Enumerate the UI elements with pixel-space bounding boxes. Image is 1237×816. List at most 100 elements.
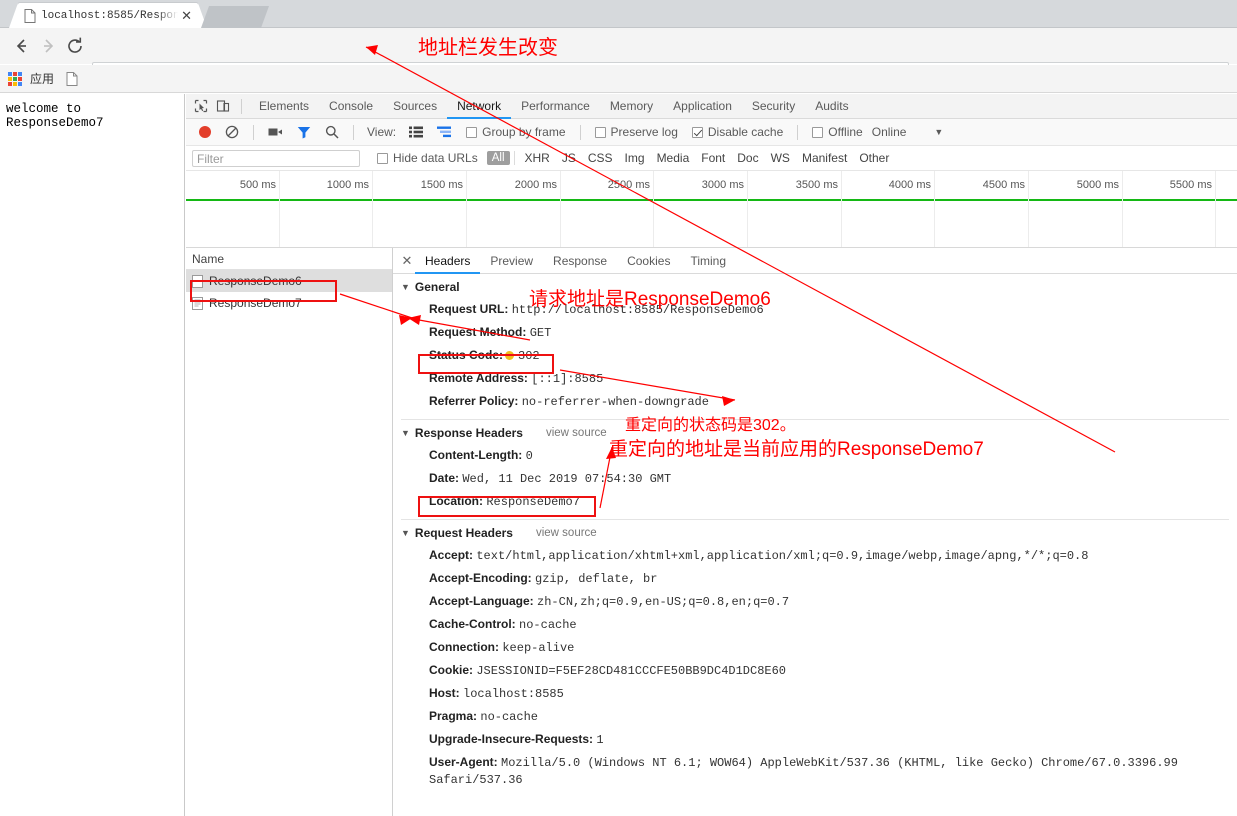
devtools-tab-sources[interactable]: Sources <box>383 94 447 119</box>
close-icon[interactable]: ✕ <box>399 248 415 274</box>
devtools-tab-application[interactable]: Application <box>663 94 742 119</box>
new-tab-button[interactable] <box>200 6 270 28</box>
close-icon[interactable]: ✕ <box>181 9 192 22</box>
offline-label: Offline <box>828 125 863 139</box>
header-value: no-cache <box>480 710 538 724</box>
timeline-tick <box>186 171 1216 201</box>
inspect-element-icon[interactable] <box>190 95 212 117</box>
filter-type-all[interactable]: All <box>486 151 510 165</box>
capture-screenshots-button[interactable] <box>268 126 283 138</box>
header-key: User-Agent: <box>429 755 498 769</box>
bookmark-item-apps[interactable]: 应用 <box>30 70 54 87</box>
checkbox[interactable] <box>691 126 703 138</box>
header-key: Upgrade-Insecure-Requests: <box>429 732 594 746</box>
checkbox[interactable] <box>594 126 606 138</box>
detail-tab-timing[interactable]: Timing <box>680 248 736 274</box>
network-split-view: Name ResponseDemo6 ResponseDemo7 ✕ Header… <box>186 248 1237 816</box>
request-name: ResponseDemo6 <box>209 274 302 288</box>
request-row[interactable]: ResponseDemo7 <box>186 292 392 314</box>
hide-data-urls-checkbox[interactable]: Hide data URLs <box>377 151 478 165</box>
hide-data-urls-label: Hide data URLs <box>393 151 478 165</box>
detail-tab-headers[interactable]: Headers <box>415 248 481 274</box>
filter-type-xhr[interactable]: XHR <box>519 151 556 165</box>
header-value: localhost:8585 <box>463 687 564 701</box>
filter-type-font[interactable]: Font <box>695 151 731 165</box>
search-button[interactable] <box>325 125 339 139</box>
devtools-tab-audits[interactable]: Audits <box>805 94 858 119</box>
header-row: Date: Wed, 11 Dec 2019 07:54:30 GMT <box>393 467 1237 490</box>
divider <box>579 124 581 140</box>
section-label: Response Headers <box>414 426 523 440</box>
chevron-down-icon[interactable]: ▼ <box>934 127 943 137</box>
section-label: Request Headers <box>414 526 513 540</box>
waterfall-view-icon <box>437 126 452 138</box>
filter-type-manifest[interactable]: Manifest <box>796 151 853 165</box>
bookmark-apps-label: 应用 <box>30 72 55 86</box>
triangle-down-icon[interactable]: ▼ <box>401 528 410 538</box>
page-content: welcome to ResponseDemo7 <box>0 94 185 816</box>
checkbox[interactable] <box>812 126 824 138</box>
header-value: no-referrer-when-downgrade <box>521 395 709 409</box>
apps-grid-icon[interactable] <box>8 71 22 86</box>
header-value: text/html,application/xhtml+xml,applicat… <box>476 549 1089 563</box>
filter-type-ws[interactable]: WS <box>765 151 796 165</box>
view-waterfall-button[interactable] <box>437 126 452 138</box>
preserve-log-checkbox[interactable]: Preserve log <box>594 125 678 139</box>
detail-tab-preview[interactable]: Preview <box>480 248 543 274</box>
clear-button[interactable] <box>225 125 239 139</box>
annotation-redirect-location: 重定向的地址是当前应用的ResponseDemo7 <box>609 439 984 460</box>
header-key: Accept-Language: <box>429 594 534 608</box>
header-row: Location: ResponseDemo7 <box>393 490 1237 513</box>
filter-icon <box>297 126 311 138</box>
bookmark-item-page[interactable] <box>66 71 82 86</box>
header-row: Cookie: JSESSIONID=F5EF28CD481CCCFE50BB9… <box>393 659 1237 682</box>
filter-type-img[interactable]: Img <box>619 151 651 165</box>
devtools-tab-elements[interactable]: Elements <box>249 94 319 119</box>
devtools-tab-memory[interactable]: Memory <box>600 94 663 119</box>
triangle-down-icon[interactable]: ▼ <box>401 428 410 438</box>
detail-tab-cookies[interactable]: Cookies <box>617 248 680 274</box>
filter-type-css[interactable]: CSS <box>582 151 619 165</box>
filter-input[interactable]: Filter <box>192 149 360 167</box>
document-icon <box>192 274 203 288</box>
devtools-tab-security[interactable]: Security <box>742 94 805 119</box>
filter-type-doc[interactable]: Doc <box>731 151 764 165</box>
filter-type-other[interactable]: Other <box>853 151 895 165</box>
request-name: ResponseDemo7 <box>209 296 302 310</box>
checkbox[interactable] <box>377 152 388 164</box>
disable-cache-checkbox[interactable]: Disable cache <box>691 125 783 139</box>
group-by-frame-checkbox[interactable]: Group by frame <box>466 125 566 139</box>
offline-checkbox[interactable]: Offline <box>812 125 863 139</box>
network-overview-band <box>186 201 1237 248</box>
devtools-tab-performance[interactable]: Performance <box>511 94 600 119</box>
header-key: Date: <box>429 471 460 485</box>
back-arrow-icon[interactable] <box>10 35 32 57</box>
network-timeline-ruler: 500 ms 1000 ms 1500 ms 2000 ms 2500 ms 3000 m… <box>186 171 1237 201</box>
section-title-general[interactable]: ▼ General <box>393 274 1237 298</box>
request-row[interactable]: ResponseDemo6 <box>186 270 392 292</box>
filter-type-media[interactable]: Media <box>651 151 696 165</box>
view-source-link[interactable]: view source <box>536 527 597 539</box>
header-key: Content-Length: <box>429 448 523 462</box>
preserve-log-label: Preserve log <box>610 125 678 139</box>
reload-icon[interactable] <box>64 35 86 57</box>
detail-tab-response[interactable]: Response <box>543 248 617 274</box>
view-list-button[interactable] <box>409 126 424 138</box>
filter-button[interactable] <box>297 126 311 139</box>
request-detail-tab-bar: ✕ Headers Preview Response Cookies Timing <box>393 248 1237 274</box>
filter-type-js[interactable]: JS <box>556 151 582 165</box>
view-source-link[interactable]: view source <box>546 427 607 439</box>
tab-strip: localhost:8585/Respons ✕ <box>0 0 1237 28</box>
section-label: General <box>414 280 460 294</box>
devtools-tab-network[interactable]: Network <box>447 94 512 119</box>
triangle-down-icon[interactable]: ▼ <box>401 282 410 292</box>
throttling-value[interactable]: Online <box>872 125 907 139</box>
browser-tab[interactable]: localhost:8585/Respons ✕ <box>9 3 207 28</box>
header-key: Cache-Control: <box>429 617 516 631</box>
section-title-request-headers[interactable]: ▼ Request Headers view source <box>393 520 1237 544</box>
checkbox[interactable] <box>466 126 478 138</box>
device-toolbar-icon[interactable] <box>212 95 234 117</box>
record-button[interactable] <box>199 126 211 138</box>
search-icon <box>325 125 339 139</box>
devtools-tab-console[interactable]: Console <box>319 94 383 119</box>
